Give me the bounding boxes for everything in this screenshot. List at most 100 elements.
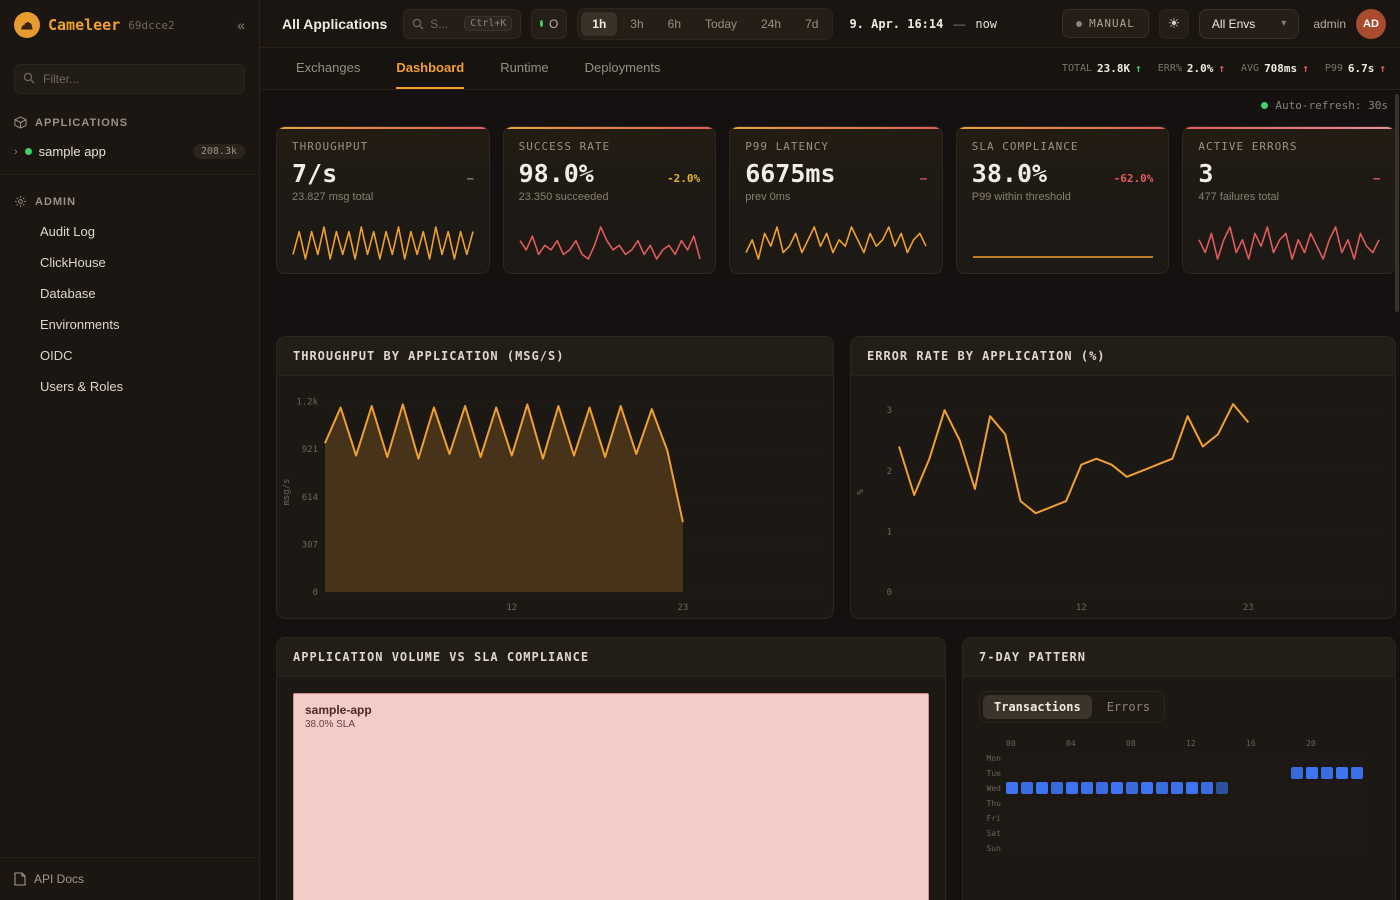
heatmap-cell[interactable] — [1261, 752, 1273, 764]
heatmap-cell[interactable] — [1156, 842, 1168, 854]
heatmap-cell[interactable] — [1096, 842, 1108, 854]
heatmap-cell[interactable] — [1021, 782, 1033, 794]
heatmap-cell[interactable] — [1156, 797, 1168, 809]
heatmap-cell[interactable] — [1006, 827, 1018, 839]
range-button-24h[interactable]: 24h — [750, 12, 792, 36]
heatmap-cell[interactable] — [1051, 797, 1063, 809]
heatmap-cell[interactable] — [1306, 752, 1318, 764]
heatmap-cell[interactable] — [1246, 812, 1258, 824]
search-input[interactable] — [430, 17, 458, 31]
heatmap-cell[interactable] — [1156, 812, 1168, 824]
heatmap-cell[interactable] — [1321, 797, 1333, 809]
heatmap-cell[interactable] — [1111, 797, 1123, 809]
heatmap-cell[interactable] — [1111, 842, 1123, 854]
heatmap-cell[interactable] — [1066, 767, 1078, 779]
heatmap-cell[interactable] — [1321, 842, 1333, 854]
heatmap-cell[interactable] — [1126, 827, 1138, 839]
heatmap-cell[interactable] — [1306, 842, 1318, 854]
heatmap-cell[interactable] — [1111, 767, 1123, 779]
chevron-right-icon[interactable]: › — [14, 146, 18, 158]
heatmap-cell[interactable] — [1141, 752, 1153, 764]
heatmap-cell[interactable] — [1321, 812, 1333, 824]
heatmap-cell[interactable] — [1111, 752, 1123, 764]
heatmap-cell[interactable] — [1261, 797, 1273, 809]
heatmap-cell[interactable] — [1261, 782, 1273, 794]
heatmap-cell[interactable] — [1291, 752, 1303, 764]
heatmap-cell[interactable] — [1066, 797, 1078, 809]
heatmap-cell[interactable] — [1006, 767, 1018, 779]
heatmap-cell[interactable] — [1186, 752, 1198, 764]
heatmap-cell[interactable] — [1141, 767, 1153, 779]
heatmap-cell[interactable] — [1201, 767, 1213, 779]
range-start-datetime[interactable]: 9. Apr. 16:14 — [849, 17, 943, 31]
heatmap-cell[interactable] — [1276, 812, 1288, 824]
heatmap-cell[interactable] — [1336, 782, 1348, 794]
heatmap-cell[interactable] — [1126, 842, 1138, 854]
heatmap-cell[interactable] — [1216, 827, 1228, 839]
heatmap-cell[interactable] — [1006, 797, 1018, 809]
heatmap-cell[interactable] — [1231, 812, 1243, 824]
heatmap-cell[interactable] — [1021, 797, 1033, 809]
heatmap-cell[interactable] — [1336, 797, 1348, 809]
heatmap-cell[interactable] — [1006, 782, 1018, 794]
heatmap-cell[interactable] — [1051, 782, 1063, 794]
heatmap-cell[interactable] — [1096, 812, 1108, 824]
heatmap-cell[interactable] — [1171, 827, 1183, 839]
heatmap-cell[interactable] — [1051, 752, 1063, 764]
filter-input[interactable] — [14, 64, 245, 94]
heatmap-cell[interactable] — [1006, 842, 1018, 854]
heatmap-cell[interactable] — [1036, 812, 1048, 824]
environment-select[interactable]: All Envs ▾ — [1199, 9, 1299, 39]
heatmap-cell[interactable] — [1216, 812, 1228, 824]
heatmap-cell[interactable] — [1291, 842, 1303, 854]
heatmap-cell[interactable] — [1351, 767, 1363, 779]
heatmap-cell[interactable] — [1036, 827, 1048, 839]
heatmap-cell[interactable] — [1186, 767, 1198, 779]
heatmap-cell[interactable] — [1051, 812, 1063, 824]
heatmap-cell[interactable] — [1141, 797, 1153, 809]
range-button-3h[interactable]: 3h — [619, 12, 654, 36]
heatmap-cell[interactable] — [1066, 752, 1078, 764]
sidebar-item-oidc[interactable]: OIDC — [0, 340, 259, 371]
heatmap-cell[interactable] — [1231, 842, 1243, 854]
heatmap-cell[interactable] — [1036, 797, 1048, 809]
heatmap-cell[interactable] — [1351, 812, 1363, 824]
heatmap-cell[interactable] — [1141, 842, 1153, 854]
heatmap-cell[interactable] — [1231, 782, 1243, 794]
heatmap-cell[interactable] — [1171, 842, 1183, 854]
heatmap-cell[interactable] — [1141, 827, 1153, 839]
heatmap-cell[interactable] — [1111, 827, 1123, 839]
heatmap-cell[interactable] — [1126, 797, 1138, 809]
heatmap-cell[interactable] — [1096, 797, 1108, 809]
scrollbar[interactable] — [1395, 94, 1399, 312]
heatmap-cell[interactable] — [1351, 782, 1363, 794]
heatmap-cell[interactable] — [1291, 827, 1303, 839]
heatmap-cell[interactable] — [1276, 827, 1288, 839]
heatmap-cell[interactable] — [1201, 782, 1213, 794]
heatmap-cell[interactable] — [1081, 812, 1093, 824]
heatmap-cell[interactable] — [1321, 827, 1333, 839]
treemap-node-sample-app[interactable]: sample-app 38.0% SLA — [293, 693, 929, 900]
heatmap-cell[interactable] — [1231, 797, 1243, 809]
heatmap-cell[interactable] — [1126, 767, 1138, 779]
heatmap-cell[interactable] — [1216, 842, 1228, 854]
heatmap-cell[interactable] — [1321, 752, 1333, 764]
heatmap-cell[interactable] — [1216, 767, 1228, 779]
range-button-6h[interactable]: 6h — [657, 12, 692, 36]
heatmap-cell[interactable] — [1276, 752, 1288, 764]
heatmap-cell[interactable] — [1351, 827, 1363, 839]
heatmap-cell[interactable] — [1066, 842, 1078, 854]
heatmap-cell[interactable] — [1291, 782, 1303, 794]
sidebar-item-users-roles[interactable]: Users & Roles — [0, 371, 259, 402]
heatmap-cell[interactable] — [1126, 812, 1138, 824]
heatmap-cell[interactable] — [1021, 752, 1033, 764]
heatmap-cell[interactable] — [1291, 812, 1303, 824]
heatmap-cell[interactable] — [1036, 842, 1048, 854]
heatmap-cell[interactable] — [1051, 842, 1063, 854]
heatmap-cell[interactable] — [1246, 752, 1258, 764]
heatmap-cell[interactable] — [1036, 752, 1048, 764]
range-button-today[interactable]: Today — [694, 12, 748, 36]
range-button-1h[interactable]: 1h — [581, 12, 617, 36]
heatmap-cell[interactable] — [1036, 782, 1048, 794]
heatmap-cell[interactable] — [1336, 827, 1348, 839]
